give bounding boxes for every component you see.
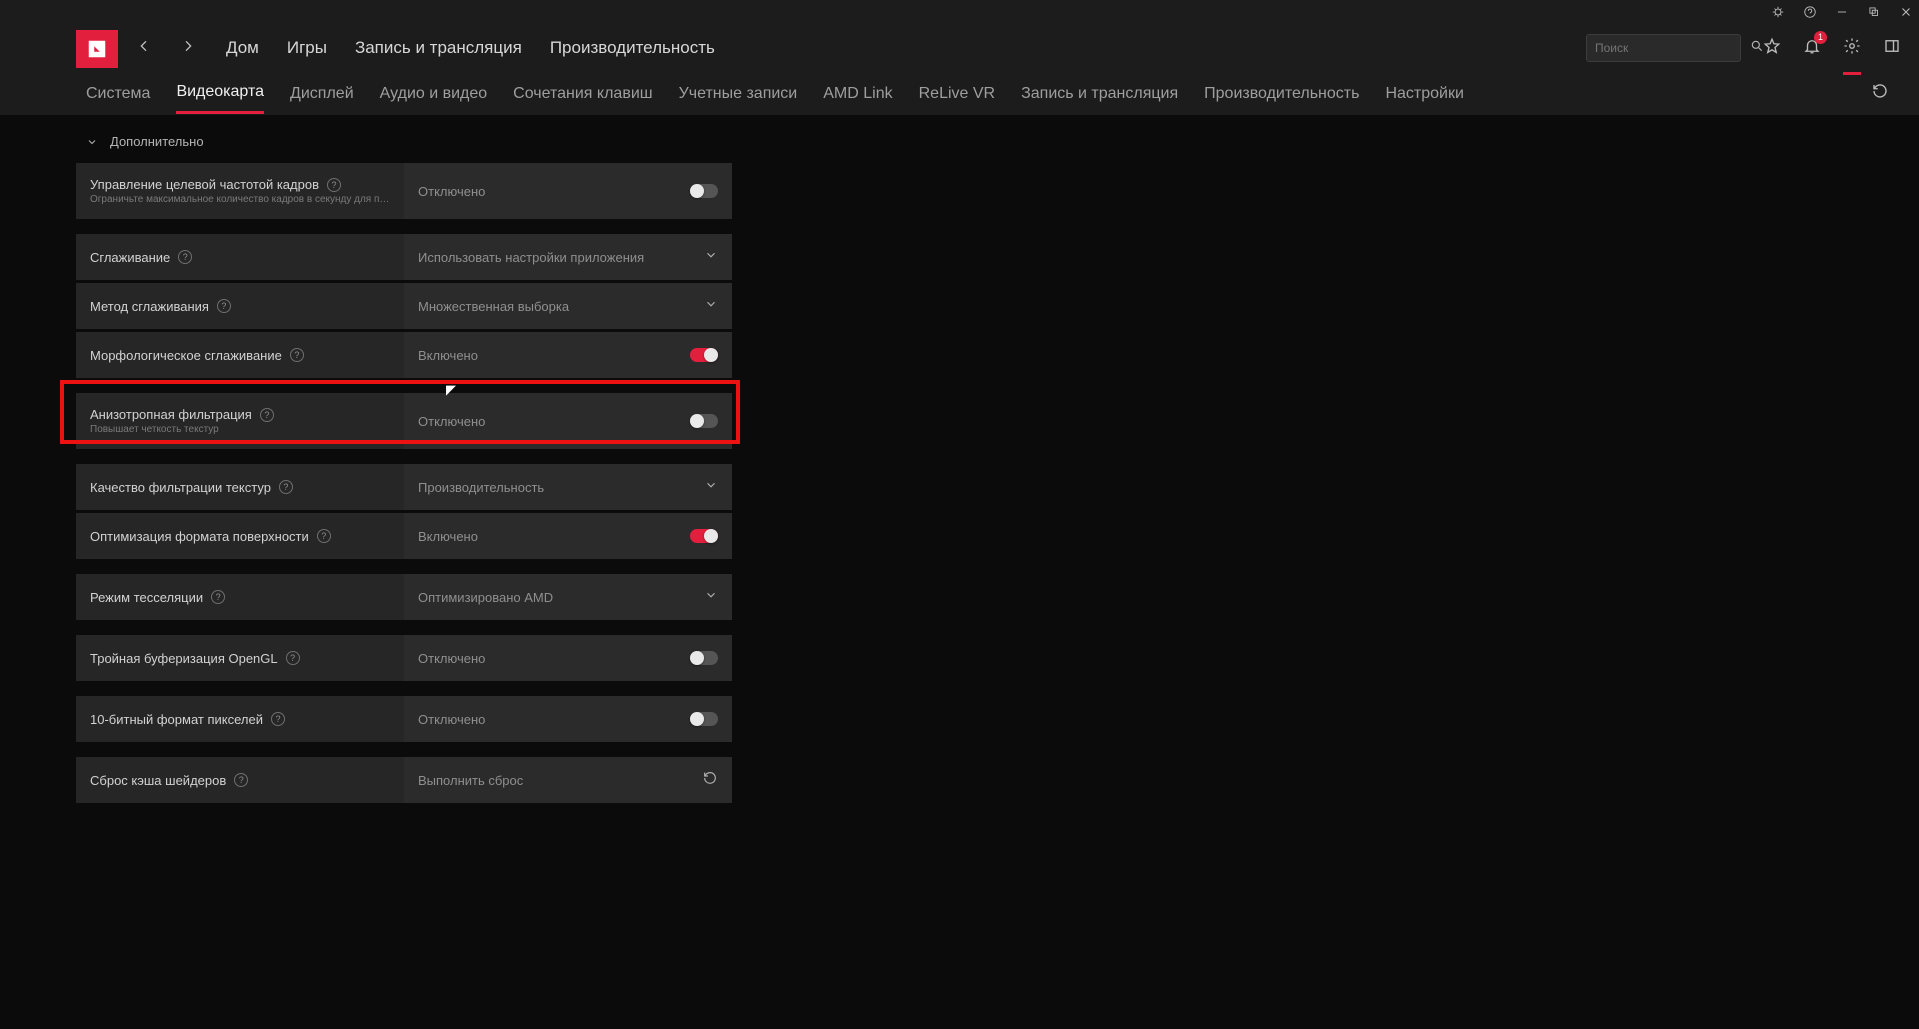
- row-frtc: Управление целевой частотой кадров? Огра…: [76, 163, 732, 219]
- search-icon[interactable]: [1750, 39, 1764, 58]
- triple-label: Тройная буферизация OpenGL: [90, 651, 278, 666]
- reset-icon[interactable]: [1871, 72, 1889, 115]
- search-box[interactable]: [1586, 34, 1741, 62]
- settings-icon[interactable]: [1843, 37, 1861, 60]
- settings-tabs: Система Видеокарта Дисплей Аудио и видео…: [0, 72, 1919, 116]
- tess-value: Оптимизировано AMD: [418, 590, 553, 605]
- surf-value: Включено: [418, 529, 478, 544]
- aa-label: Сглаживание: [90, 250, 170, 265]
- aniso-value: Отключено: [418, 414, 485, 429]
- top-nav: Дом Игры Запись и трансляция Производите…: [226, 38, 715, 58]
- frtc-label: Управление целевой частотой кадров: [90, 177, 319, 192]
- nav-record[interactable]: Запись и трансляция: [355, 38, 522, 58]
- shader-value: Выполнить сброс: [418, 773, 523, 788]
- tab-record[interactable]: Запись и трансляция: [1021, 75, 1178, 113]
- row-texq: Качество фильтрации текстур? Производите…: [76, 464, 732, 510]
- panel-icon[interactable]: [1883, 37, 1901, 60]
- window-titlebar: [0, 0, 1919, 24]
- tab-settings[interactable]: Настройки: [1385, 75, 1463, 113]
- tenbit-label: 10-битный формат пикселей: [90, 712, 263, 727]
- chevron-down-icon[interactable]: [704, 588, 718, 607]
- section-label: Дополнительно: [110, 134, 204, 149]
- aniso-toggle[interactable]: [690, 414, 718, 428]
- texq-label: Качество фильтрации текстур: [90, 480, 271, 495]
- frtc-desc: Ограничьте максимальное количество кадро…: [90, 194, 390, 205]
- morph-value: Включено: [418, 348, 478, 363]
- help-icon[interactable]: ?: [271, 712, 285, 726]
- morph-label: Морфологическое сглаживание: [90, 348, 282, 363]
- row-tenbit: 10-битный формат пикселей? Отключено: [76, 696, 732, 742]
- chevron-down-icon[interactable]: [704, 297, 718, 316]
- reset-shader-icon[interactable]: [702, 770, 718, 791]
- tenbit-value: Отключено: [418, 712, 485, 727]
- row-aniso: Анизотропная фильтрация? Повышает четкос…: [76, 393, 732, 449]
- tab-perf[interactable]: Производительность: [1204, 75, 1359, 113]
- aniso-desc: Повышает четкость текстур: [90, 424, 390, 435]
- help-icon[interactable]: ?: [317, 529, 331, 543]
- nav-performance[interactable]: Производительность: [550, 38, 715, 58]
- help-icon[interactable]: ?: [178, 250, 192, 264]
- triple-value: Отключено: [418, 651, 485, 666]
- row-aamethod: Метод сглаживания? Множественная выборка: [76, 283, 732, 329]
- tab-display[interactable]: Дисплей: [290, 75, 354, 113]
- close-icon[interactable]: [1899, 5, 1913, 19]
- aamethod-label: Метод сглаживания: [90, 299, 209, 314]
- texq-value: Производительность: [418, 480, 544, 495]
- nav-games[interactable]: Игры: [287, 38, 327, 58]
- help-icon[interactable]: ?: [327, 178, 341, 192]
- header-right: 1: [1586, 34, 1919, 62]
- maximize-icon[interactable]: [1867, 5, 1881, 19]
- amd-logo[interactable]: [76, 30, 118, 68]
- help-icon[interactable]: ?: [217, 299, 231, 313]
- frtc-value: Отключено: [418, 184, 485, 199]
- surf-toggle[interactable]: [690, 529, 718, 543]
- tab-hotkeys[interactable]: Сочетания клавиш: [513, 75, 652, 113]
- row-surf: Оптимизация формата поверхности? Включен…: [76, 513, 732, 559]
- triple-toggle[interactable]: [690, 651, 718, 665]
- help-icon[interactable]: [1803, 5, 1817, 19]
- tab-link[interactable]: AMD Link: [823, 75, 892, 113]
- bell-icon[interactable]: 1: [1803, 37, 1821, 60]
- tab-accounts[interactable]: Учетные записи: [679, 75, 798, 113]
- bug-icon[interactable]: [1771, 5, 1785, 19]
- nav-arrows: [136, 38, 196, 59]
- help-icon[interactable]: ?: [286, 651, 300, 665]
- search-input[interactable]: [1595, 41, 1750, 55]
- shader-label: Сброс кэша шейдеров: [90, 773, 226, 788]
- row-morph: Морфологическое сглаживание? Включено: [76, 332, 732, 378]
- section-advanced[interactable]: Дополнительно: [76, 116, 732, 163]
- aamethod-value: Множественная выборка: [418, 299, 569, 314]
- row-shader: Сброс кэша шейдеров? Выполнить сброс: [76, 757, 732, 803]
- row-tess: Режим тесселяции? Оптимизировано AMD: [76, 574, 732, 620]
- help-icon[interactable]: ?: [279, 480, 293, 494]
- help-icon[interactable]: ?: [290, 348, 304, 362]
- tab-av[interactable]: Аудио и видео: [380, 75, 488, 113]
- frtc-toggle[interactable]: [690, 184, 718, 198]
- surf-label: Оптимизация формата поверхности: [90, 529, 309, 544]
- aniso-label: Анизотропная фильтрация: [90, 407, 252, 422]
- chevron-down-icon[interactable]: [704, 248, 718, 267]
- star-icon[interactable]: [1763, 37, 1781, 60]
- nav-home[interactable]: Дом: [226, 38, 259, 58]
- help-icon[interactable]: ?: [234, 773, 248, 787]
- morph-toggle[interactable]: [690, 348, 718, 362]
- tab-relive[interactable]: ReLive VR: [919, 75, 995, 113]
- minimize-icon[interactable]: [1835, 5, 1849, 19]
- forward-button[interactable]: [180, 38, 196, 59]
- tab-system[interactable]: Система: [86, 75, 150, 113]
- app-header: Дом Игры Запись и трансляция Производите…: [0, 24, 1919, 72]
- settings-panel: Дополнительно Управление целевой частото…: [0, 116, 732, 803]
- back-button[interactable]: [136, 38, 152, 59]
- help-icon[interactable]: ?: [260, 408, 274, 422]
- aa-value: Использовать настройки приложения: [418, 250, 644, 265]
- help-icon[interactable]: ?: [211, 590, 225, 604]
- chevron-down-icon[interactable]: [704, 478, 718, 497]
- tess-label: Режим тесселяции: [90, 590, 203, 605]
- tab-gpu[interactable]: Видеокарта: [176, 73, 264, 114]
- notification-badge: 1: [1814, 31, 1827, 44]
- row-aa: Сглаживание? Использовать настройки прил…: [76, 234, 732, 280]
- tenbit-toggle[interactable]: [690, 712, 718, 726]
- row-triple: Тройная буферизация OpenGL? Отключено: [76, 635, 732, 681]
